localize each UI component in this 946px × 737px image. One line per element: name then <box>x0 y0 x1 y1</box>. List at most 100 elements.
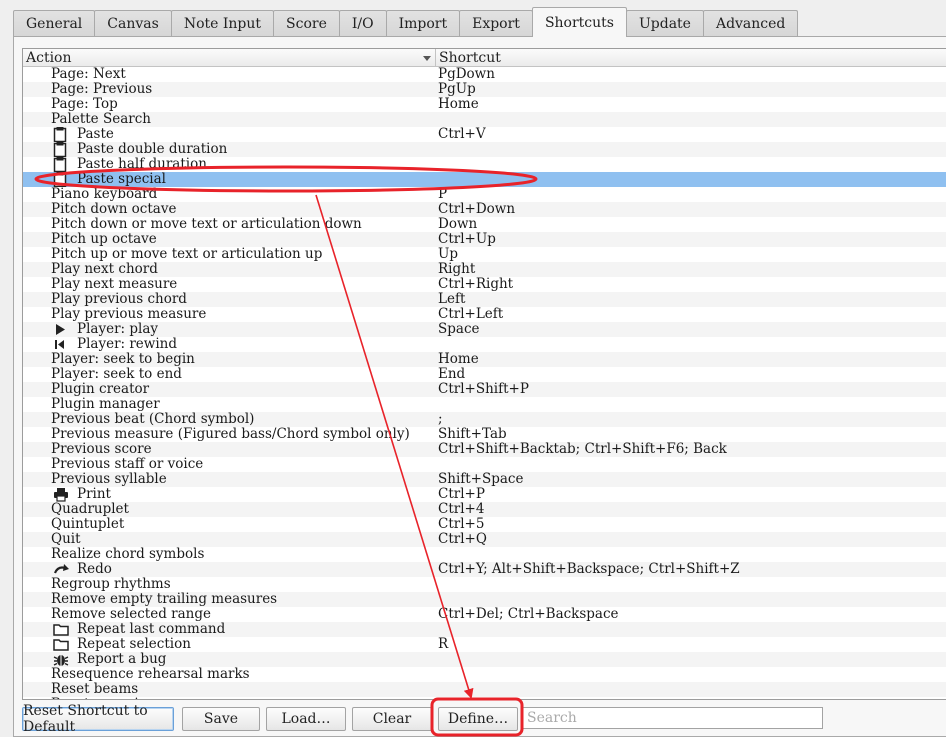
shortcuts-table: Action Shortcut Page: Next PgDown Page: Pr… <box>22 48 946 700</box>
action-label: Paste half duration <box>77 156 207 172</box>
search-input[interactable] <box>522 707 823 729</box>
column-header-action-label: Action <box>26 50 72 66</box>
table-row[interactable]: Reset beams <box>23 682 946 697</box>
tab-export[interactable]: Export <box>459 10 533 37</box>
tab-update[interactable]: Update <box>625 10 704 37</box>
action-label: Page: Top <box>51 96 118 112</box>
column-header-shortcut[interactable]: Shortcut <box>436 49 946 67</box>
table-row[interactable]: Quintuplet Ctrl+5 <box>23 517 946 532</box>
table-row[interactable]: Previous beat (Chord symbol); <box>23 412 946 427</box>
tab-score[interactable]: Score <box>273 10 340 37</box>
action-label: Paste special <box>77 171 166 187</box>
table-row[interactable]: Plugin manager <box>23 397 946 412</box>
folder-icon <box>53 637 71 652</box>
table-row[interactable]: Reset groupings <box>23 697 946 700</box>
table-row[interactable]: Player: rewind <box>23 337 946 352</box>
clipboard-icon <box>53 142 71 157</box>
table-row[interactable]: Quadruplet Ctrl+4 <box>23 502 946 517</box>
table-row[interactable]: Print Ctrl+P <box>23 487 946 502</box>
shortcut-cell: Up <box>438 246 459 262</box>
action-label: Previous staff or voice <box>51 456 204 472</box>
table-row[interactable]: Report a bug <box>23 652 946 667</box>
tab-advanced[interactable]: Advanced <box>702 10 799 37</box>
table-row[interactable]: Realize chord symbols <box>23 547 946 562</box>
table-row[interactable]: Regroup rhythms <box>23 577 946 592</box>
printer-icon <box>53 487 71 502</box>
table-row[interactable]: Plugin creator Ctrl+Shift+P <box>23 382 946 397</box>
table-row[interactable]: Play previous chord Left <box>23 292 946 307</box>
table-row[interactable]: Resequence rehearsal marks <box>23 667 946 682</box>
action-cell: Repeat last command <box>23 622 437 637</box>
table-row[interactable]: Piano keyboard P <box>23 187 946 202</box>
shortcut-cell: Down <box>438 216 478 232</box>
column-header-action[interactable]: Action <box>23 49 436 67</box>
clipboard-icon <box>53 172 71 187</box>
table-row[interactable]: Remove selected range Ctrl+Del; Ctrl+Back… <box>23 607 946 622</box>
table-row[interactable]: Remove empty trailing measures <box>23 592 946 607</box>
shortcut-cell: P <box>438 186 448 202</box>
shortcut-cell: Ctrl+V <box>438 126 486 142</box>
shortcut-cell <box>437 397 946 412</box>
table-row[interactable]: Repeat last command <box>23 622 946 637</box>
action-cell: Remove selected range <box>23 607 437 622</box>
action-cell: Reset beams <box>23 682 437 697</box>
table-row[interactable]: Paste half duration <box>23 157 946 172</box>
action-cell: Realize chord symbols <box>23 547 437 562</box>
tab-canvas[interactable]: Canvas <box>94 10 172 37</box>
table-row[interactable]: Page: Previous PgUp <box>23 82 946 97</box>
load-button[interactable]: Load… <box>266 707 346 731</box>
table-row[interactable]: Play next measure Ctrl+Right <box>23 277 946 292</box>
save-button[interactable]: Save <box>182 707 260 731</box>
action-cell: Plugin manager <box>23 397 437 412</box>
action-cell: Previous measure (Figured bass/Chord sym… <box>23 427 437 442</box>
action-label: Quintuplet <box>51 516 125 532</box>
table-row[interactable]: Quit Ctrl+Q <box>23 532 946 547</box>
define-button[interactable]: Define… <box>438 707 518 731</box>
table-row[interactable]: Player: seek to begin Home <box>23 352 946 367</box>
action-cell: Repeat selection <box>23 637 437 652</box>
action-cell: Print <box>23 487 437 502</box>
table-row[interactable]: Play previous measure Ctrl+Left <box>23 307 946 322</box>
shortcut-cell: Ctrl+Shift+Backtab; Ctrl+Shift+F6; Back <box>438 441 727 457</box>
table-row[interactable]: Paste Ctrl+V <box>23 127 946 142</box>
tab-note-input[interactable]: Note Input <box>170 10 275 37</box>
action-label: Repeat selection <box>77 636 191 652</box>
action-label: Page: Previous <box>51 81 153 97</box>
shortcut-cell <box>437 682 946 697</box>
tab-general[interactable]: General <box>13 10 96 37</box>
table-row[interactable]: Repeat selection R <box>23 637 946 652</box>
table-row[interactable]: Player: play Space <box>23 322 946 337</box>
action-cell: Regroup rhythms <box>23 577 437 592</box>
table-row[interactable]: Play next chord Right <box>23 262 946 277</box>
table-row[interactable]: Pitch up or move text or articulation up… <box>23 247 946 262</box>
action-label: Redo <box>77 561 112 577</box>
table-row[interactable]: Paste double duration <box>23 142 946 157</box>
shortcut-cell <box>437 142 946 157</box>
action-label: Player: play <box>77 321 158 337</box>
tab-i-o[interactable]: I/O <box>338 10 387 37</box>
table-row[interactable]: Previous staff or voice <box>23 457 946 472</box>
action-label: Pitch down octave <box>51 201 177 217</box>
table-row[interactable]: Paste special <box>23 172 946 187</box>
table-row[interactable]: Page: Top Home <box>23 97 946 112</box>
table-row[interactable]: Pitch down or move text or articulation … <box>23 217 946 232</box>
table-row[interactable]: Previous score Ctrl+Shift+Backtab; Ctrl+S… <box>23 442 946 457</box>
clear-button[interactable]: Clear <box>352 707 432 731</box>
tab-shortcuts[interactable]: Shortcuts <box>531 7 627 37</box>
action-cell: Player: play <box>23 322 437 337</box>
table-row[interactable]: Redo Ctrl+Y; Alt+Shift+Backspace; Ctrl+Sh… <box>23 562 946 577</box>
reset-shortcut-button[interactable]: Reset Shortcut to Default <box>22 703 174 735</box>
action-cell: Previous beat (Chord symbol) <box>23 412 437 427</box>
action-label: Previous syllable <box>51 471 167 487</box>
action-cell: Quit <box>23 532 437 547</box>
table-row[interactable]: Pitch down octave Ctrl+Down <box>23 202 946 217</box>
table-row[interactable]: Previous syllable Shift+Space <box>23 472 946 487</box>
shortcut-cell <box>437 667 946 682</box>
table-row[interactable]: Page: Next PgDown <box>23 67 946 82</box>
table-row[interactable]: Player: seek to end End <box>23 367 946 382</box>
action-cell: Player: seek to begin <box>23 352 437 367</box>
tab-import[interactable]: Import <box>385 10 461 37</box>
table-row[interactable]: Pitch up octave Ctrl+Up <box>23 232 946 247</box>
table-row[interactable]: Palette Search <box>23 112 946 127</box>
table-row[interactable]: Previous measure (Figured bass/Chord sym… <box>23 427 946 442</box>
